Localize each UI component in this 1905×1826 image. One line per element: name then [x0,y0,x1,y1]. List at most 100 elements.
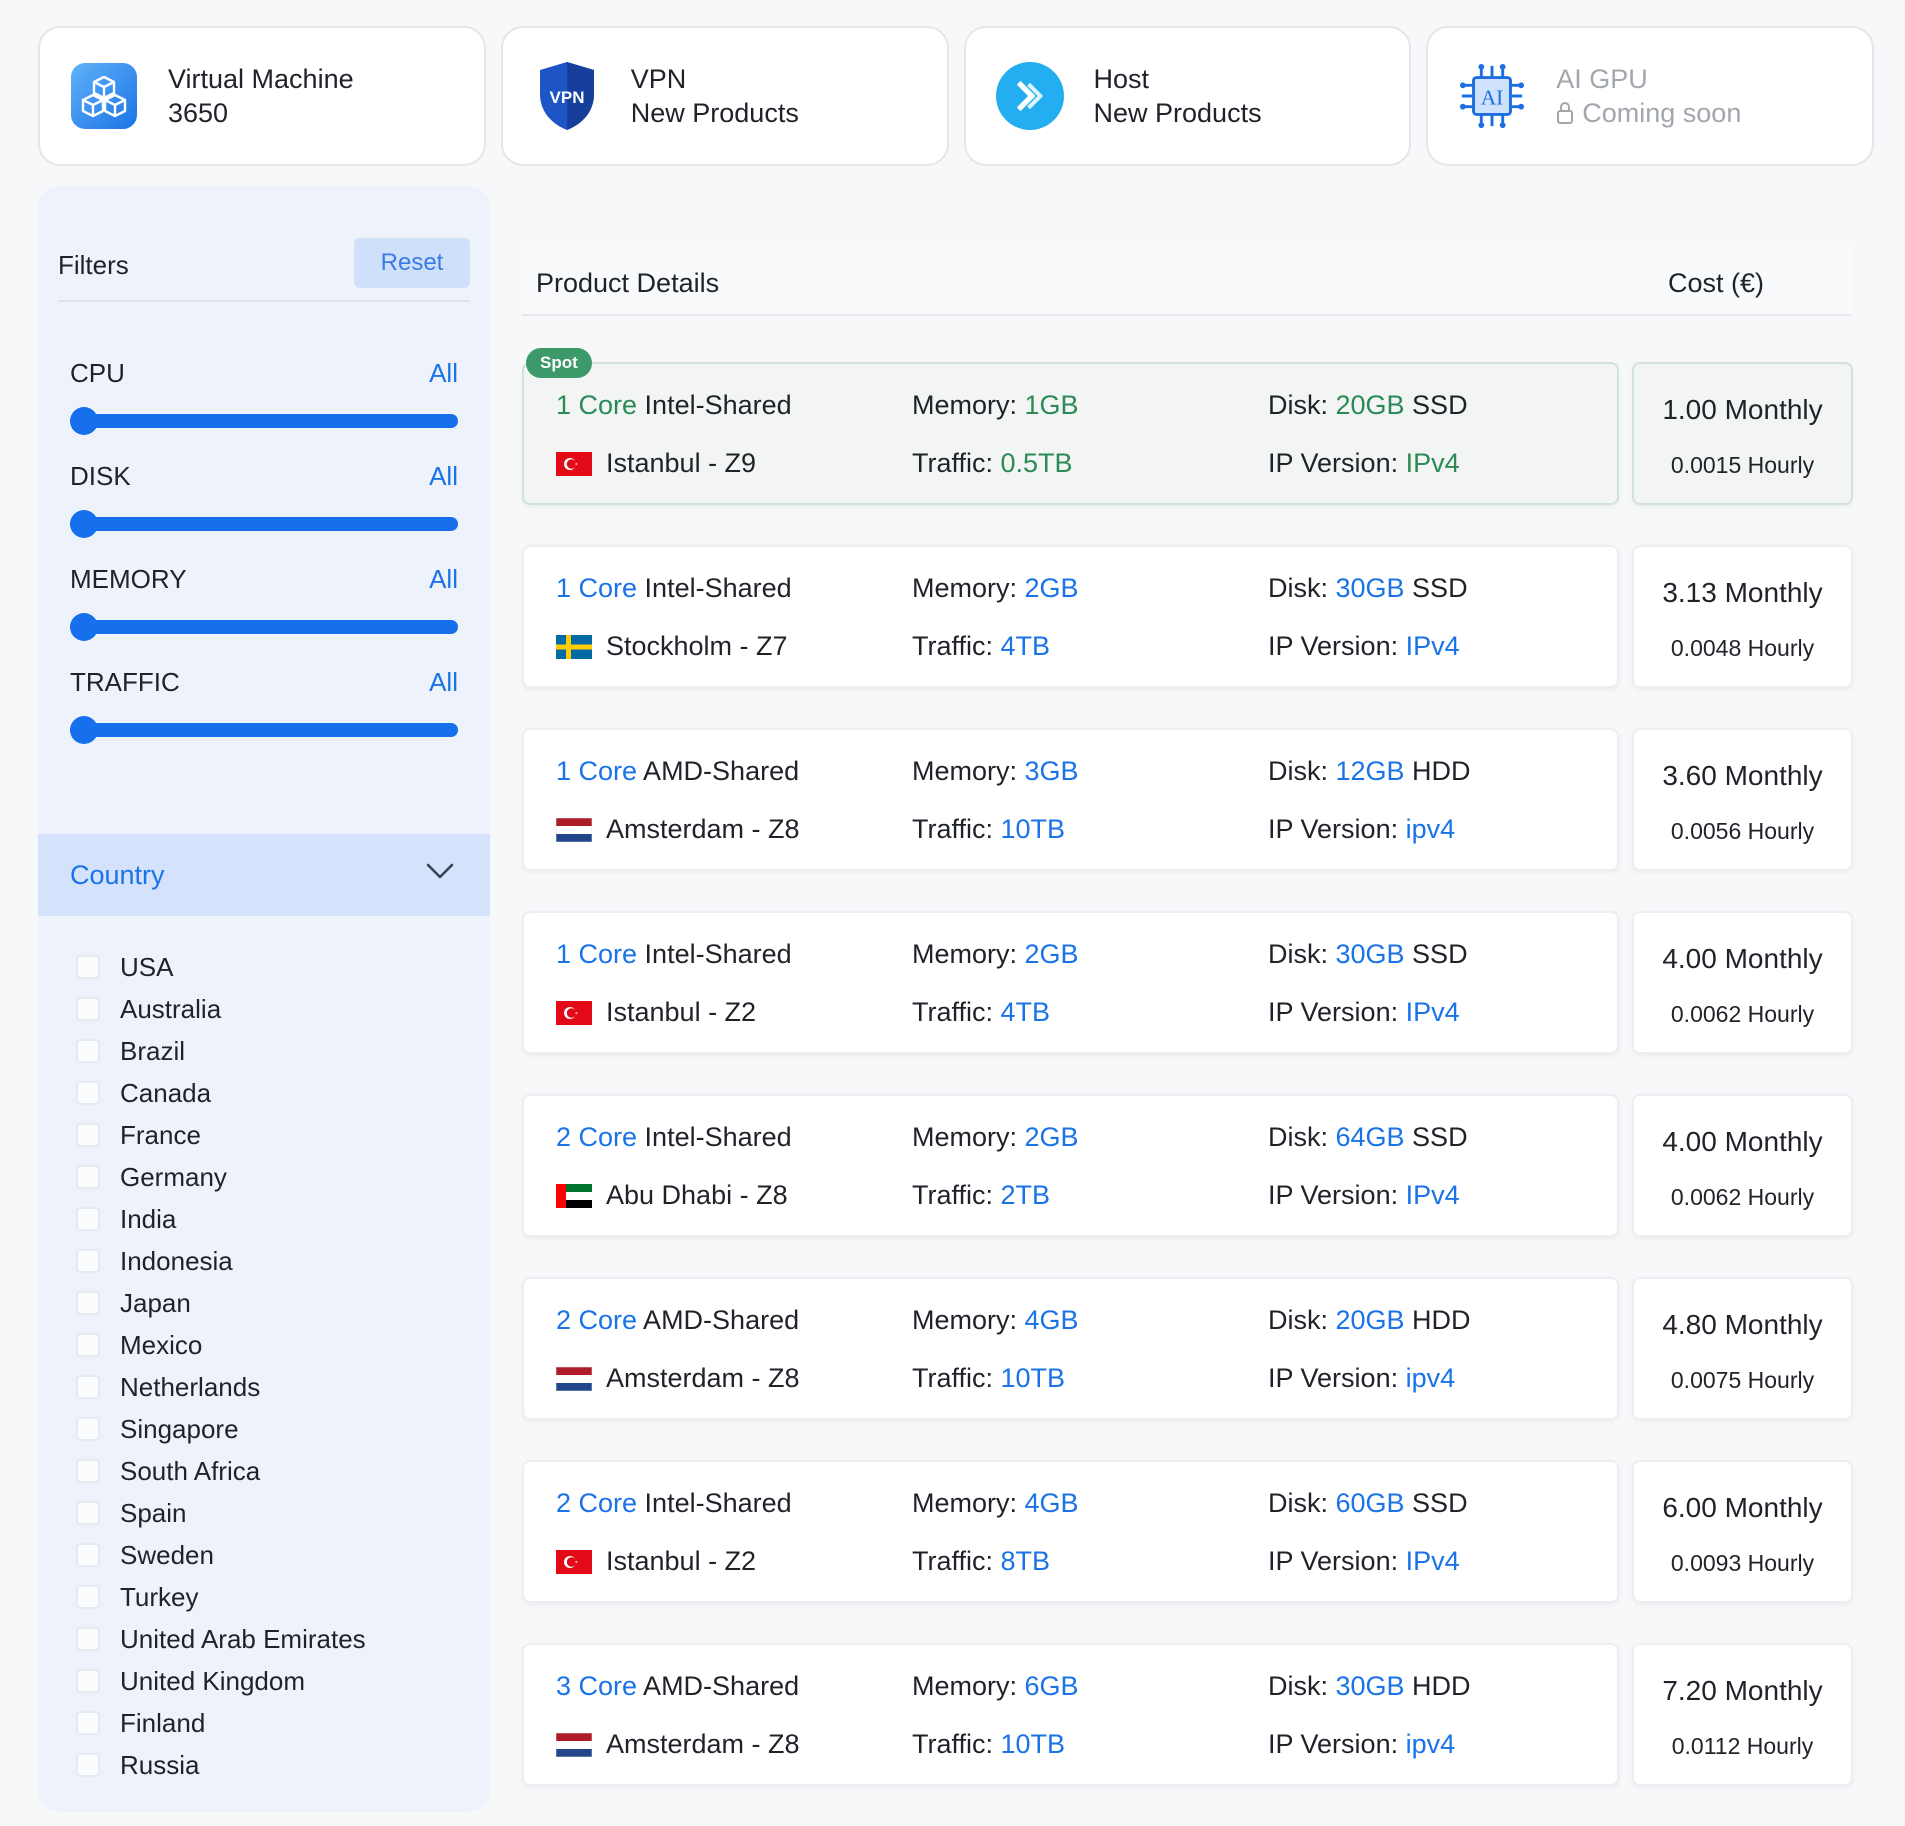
country-option[interactable]: Australia [76,988,476,1030]
turkey-flag-icon [556,1550,592,1574]
product-card[interactable]: 1 Core AMD-SharedAmsterdam - Z8Memory: 3… [522,728,1619,871]
hourly-label: Hourly [1741,818,1814,844]
country-checkbox[interactable] [76,1543,100,1567]
disk-value: 20GB [1336,390,1405,420]
country-checkbox[interactable] [76,1291,100,1315]
table-row: 1 Core AMD-SharedAmsterdam - Z8Memory: 3… [522,728,1852,871]
traffic-slider[interactable] [70,723,458,737]
country-checkbox[interactable] [76,1039,100,1063]
disk-slider[interactable] [70,517,458,531]
slider-handle[interactable] [70,510,98,538]
country-checkbox[interactable] [76,1711,100,1735]
country-checkbox[interactable] [76,1123,100,1147]
ip-value: IPv4 [1406,631,1460,661]
disk-value: 30GB [1336,939,1405,969]
slider-handle[interactable] [70,407,98,435]
country-option[interactable]: Japan [76,1282,476,1324]
memory-slider[interactable] [70,620,458,634]
price-box[interactable]: 1.00 Monthly0.0015 Hourly [1632,362,1853,505]
product-card[interactable]: 3 Core AMD-SharedAmsterdam - Z8Memory: 6… [522,1643,1619,1786]
monthly-label: Monthly [1717,1309,1823,1340]
country-option[interactable]: South Africa [76,1450,476,1492]
country-option[interactable]: Canada [76,1072,476,1114]
header-product-details: Product Details [536,268,719,299]
tile-vpn[interactable]: VPN VPN New Products [501,26,949,166]
ip-spec: IP Version: ipv4 [1268,814,1455,845]
country-option[interactable]: United Arab Emirates [76,1618,476,1660]
filter-value[interactable]: All [429,358,458,389]
country-label: Germany [120,1162,227,1193]
memory-label: Memory: [912,573,1025,603]
product-card[interactable]: 2 Core AMD-SharedAmsterdam - Z8Memory: 4… [522,1277,1619,1420]
country-option[interactable]: USA [76,946,476,988]
country-option[interactable]: Turkey [76,1576,476,1618]
filter-value[interactable]: All [429,564,458,595]
product-card[interactable]: 1 Core Intel-SharedStockholm - Z7Memory:… [522,545,1619,688]
slider-handle[interactable] [70,613,98,641]
country-checkbox[interactable] [76,1669,100,1693]
core-count: 1 Core [556,756,637,786]
country-checkbox[interactable] [76,1501,100,1525]
country-checkbox[interactable] [76,1207,100,1231]
monthly-price: 3.13 Monthly [1634,577,1851,609]
product-card[interactable]: 1 Core Intel-SharedIstanbul - Z2Memory: … [522,911,1619,1054]
country-checkbox[interactable] [76,997,100,1021]
country-option[interactable]: Mexico [76,1324,476,1366]
price-box[interactable]: 6.00 Monthly0.0093 Hourly [1632,1460,1853,1603]
country-option[interactable]: Germany [76,1156,476,1198]
country-checkbox[interactable] [76,1165,100,1189]
disk-spec: Disk: 30GB SSD [1268,939,1468,970]
tile-virtual-machine[interactable]: Virtual Machine 3650 [38,26,486,166]
tile-host[interactable]: Host New Products [964,26,1412,166]
slider-handle[interactable] [70,716,98,744]
country-checkbox[interactable] [76,1249,100,1273]
ip-value: IPv4 [1406,1180,1460,1210]
reset-button[interactable]: Reset [354,238,470,288]
country-option[interactable]: Indonesia [76,1240,476,1282]
country-option[interactable]: Finland [76,1702,476,1744]
price-box[interactable]: 3.60 Monthly0.0056 Hourly [1632,728,1853,871]
product-card[interactable]: 2 Core Intel-SharedIstanbul - Z2Memory: … [522,1460,1619,1603]
filter-value[interactable]: All [429,667,458,698]
hourly-price: 0.0093 Hourly [1634,1550,1851,1577]
table-row: Spot1 Core Intel-SharedIstanbul - Z9Memo… [522,362,1852,505]
price-box[interactable]: 3.13 Monthly0.0048 Hourly [1632,545,1853,688]
country-checkbox[interactable] [76,1333,100,1357]
monthly-price: 3.60 Monthly [1634,760,1851,792]
country-checkbox[interactable] [76,955,100,979]
disk-value: 30GB [1336,573,1405,603]
country-checkbox[interactable] [76,1585,100,1609]
country-option[interactable]: United Kingdom [76,1660,476,1702]
country-checkbox[interactable] [76,1081,100,1105]
country-option[interactable]: Sweden [76,1534,476,1576]
product-card[interactable]: 2 Core Intel-SharedAbu Dhabi - Z8Memory:… [522,1094,1619,1237]
traffic-label: Traffic: [912,1180,1001,1210]
memory-label: Memory: [912,1671,1025,1701]
country-checkbox[interactable] [76,1753,100,1777]
memory-value: 2GB [1025,573,1079,603]
country-option[interactable]: Brazil [76,1030,476,1072]
country-accordion[interactable]: Country [38,834,490,916]
country-label: Netherlands [120,1372,260,1403]
country-option[interactable]: France [76,1114,476,1156]
price-box[interactable]: 7.20 Monthly0.0112 Hourly [1632,1643,1853,1786]
country-checkbox[interactable] [76,1627,100,1651]
country-checkbox[interactable] [76,1417,100,1441]
filter-value[interactable]: All [429,461,458,492]
product-card[interactable]: Spot1 Core Intel-SharedIstanbul - Z9Memo… [522,362,1619,505]
country-checkbox[interactable] [76,1375,100,1399]
price-box[interactable]: 4.80 Monthly0.0075 Hourly [1632,1277,1853,1420]
country-label: France [120,1120,201,1151]
price-box[interactable]: 4.00 Monthly0.0062 Hourly [1632,1094,1853,1237]
cpu-slider[interactable] [70,414,458,428]
country-option[interactable]: Singapore [76,1408,476,1450]
country-option[interactable]: Netherlands [76,1366,476,1408]
country-label: Russia [120,1750,199,1781]
country-checkbox[interactable] [76,1459,100,1483]
country-option[interactable]: India [76,1198,476,1240]
price-box[interactable]: 4.00 Monthly0.0062 Hourly [1632,911,1853,1054]
country-option[interactable]: Spain [76,1492,476,1534]
ip-spec: IP Version: IPv4 [1268,1180,1460,1211]
monthly-value: 3.60 [1662,760,1717,791]
country-option[interactable]: Russia [76,1744,476,1786]
